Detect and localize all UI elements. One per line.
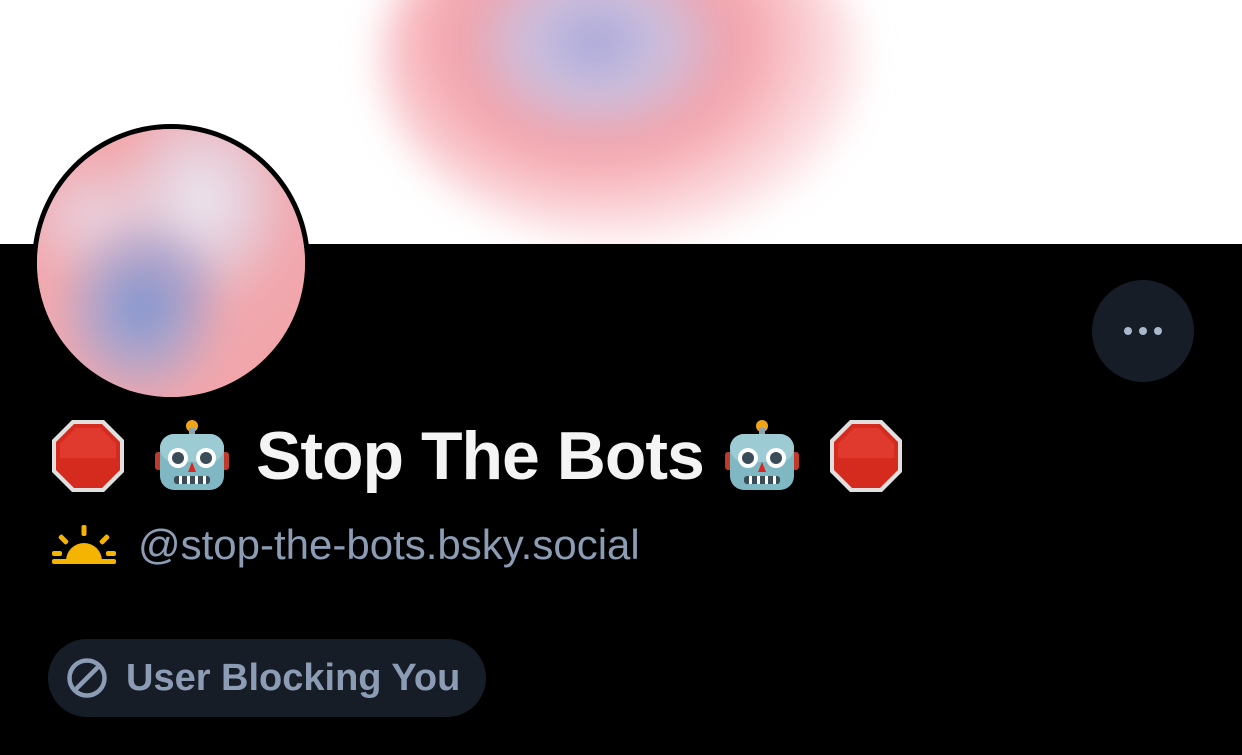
banner-image <box>380 0 860 240</box>
avatar[interactable] <box>32 124 310 402</box>
stop-sign-icon <box>828 418 904 494</box>
block-icon <box>66 657 108 699</box>
robot-icon <box>724 418 800 494</box>
robot-icon <box>154 418 230 494</box>
handle[interactable]: @stop-the-bots.bsky.social <box>138 524 640 566</box>
avatar-image <box>37 129 305 397</box>
handle-row: @stop-the-bots.bsky.social <box>52 516 640 574</box>
display-name: Stop The Bots <box>50 414 904 498</box>
more-options-button[interactable] <box>1092 280 1194 382</box>
display-name-text: Stop The Bots <box>256 418 705 494</box>
sunrise-icon <box>52 525 116 565</box>
ellipsis-icon <box>1124 327 1162 335</box>
profile-page: Stop The Bots @stop-the-bots.bsky.social… <box>0 0 1242 755</box>
blocking-status-badge: User Blocking You <box>48 639 487 717</box>
blocking-status-label: User Blocking You <box>126 657 461 699</box>
stop-sign-icon <box>50 418 126 494</box>
